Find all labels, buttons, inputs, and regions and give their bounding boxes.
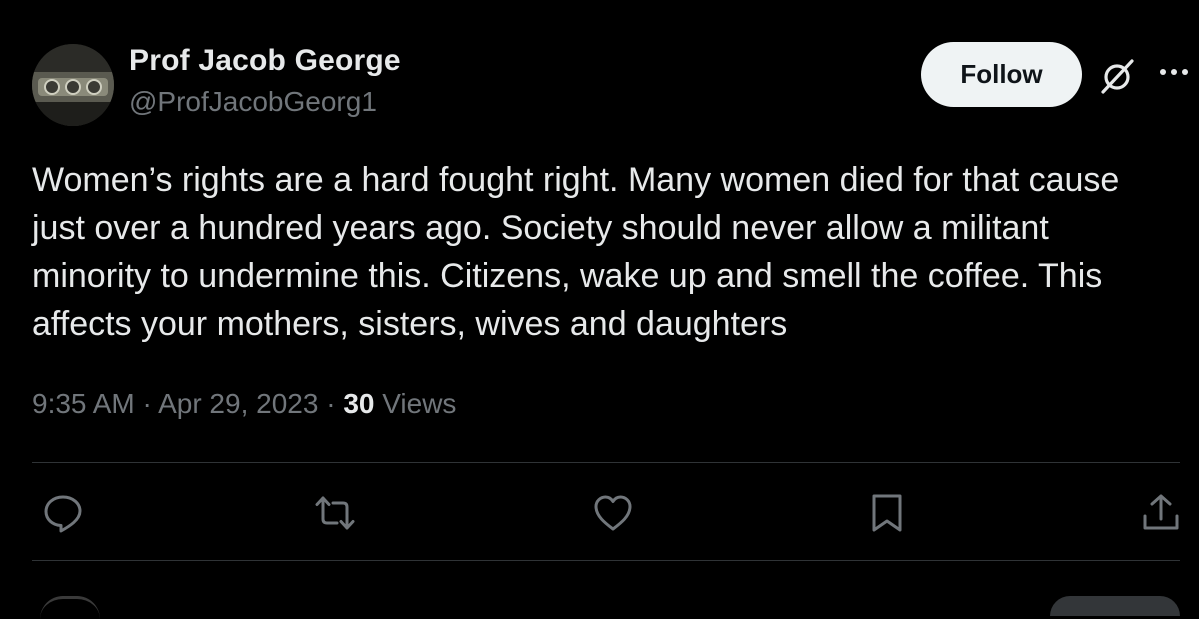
avatar[interactable]: [32, 44, 114, 126]
reply-composer-avatar[interactable]: [40, 596, 100, 619]
divider: [32, 462, 1180, 463]
tweet-card: Prof Jacob George @ProfJacobGeorg1 Follo…: [0, 0, 1199, 616]
share-button[interactable]: [1140, 492, 1182, 534]
views-label: Views: [382, 388, 457, 419]
author-name[interactable]: Prof Jacob George: [129, 44, 401, 78]
tweet-time[interactable]: 9:35 AM: [32, 388, 135, 419]
heart-icon: [594, 495, 632, 531]
bookmark-icon: [872, 494, 902, 532]
reply-icon: [44, 495, 82, 533]
retweet-button[interactable]: [314, 492, 356, 534]
follow-button[interactable]: Follow: [921, 42, 1082, 107]
like-button[interactable]: [592, 492, 634, 534]
tweet-meta: 9:35 AM · Apr 29, 2023 · 30 Views: [32, 388, 456, 420]
retweet-icon: [315, 496, 355, 530]
meta-separator: ·: [318, 388, 344, 419]
share-icon: [1143, 494, 1179, 530]
reply-composer-button[interactable]: [1050, 596, 1180, 616]
divider: [32, 560, 1180, 561]
tweet-text: Women’s rights are a hard fought right. …: [32, 161, 1120, 343]
avatar-image: [32, 44, 114, 126]
meta-separator: ·: [134, 388, 159, 419]
reply-button[interactable]: [42, 492, 84, 534]
more-icon[interactable]: [1157, 62, 1193, 82]
author-handle[interactable]: @ProfJacobGeorg1: [129, 86, 377, 118]
views-count: 30: [343, 388, 375, 419]
bookmark-button[interactable]: [866, 492, 908, 534]
tweet-date[interactable]: Apr 29, 2023: [158, 388, 318, 419]
grok-icon[interactable]: [1097, 56, 1137, 96]
